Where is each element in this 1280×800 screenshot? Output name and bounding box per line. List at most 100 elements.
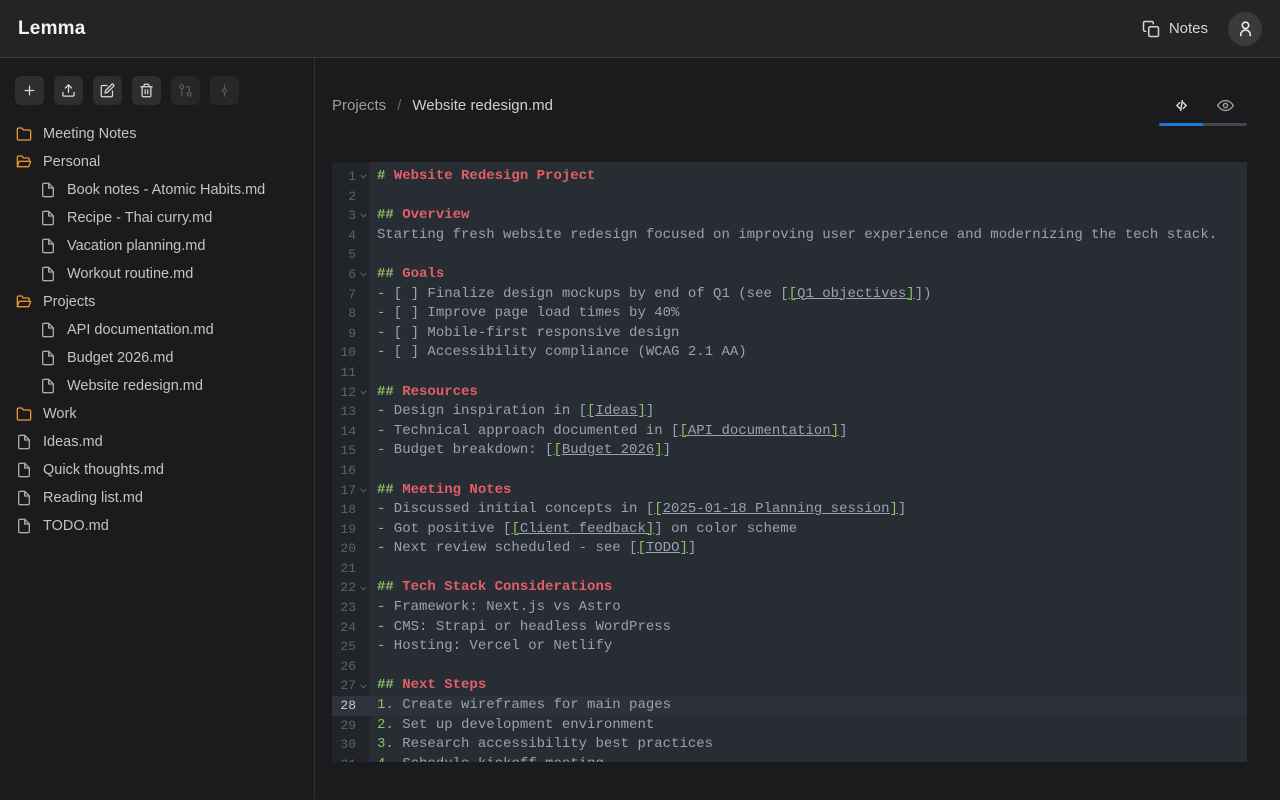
editor-line-26[interactable]: 26	[332, 657, 1247, 677]
line-number: 11	[332, 363, 370, 383]
editor-line-23[interactable]: 23- Framework: Next.js vs Astro	[332, 598, 1247, 618]
new-note-button[interactable]	[15, 76, 44, 105]
tree-item-workout-routine-md[interactable]: Workout routine.md	[0, 260, 314, 288]
editor-line-19[interactable]: 19- Got positive [[Client feedback]] on …	[332, 520, 1247, 540]
fold-spacer	[356, 500, 370, 520]
tree-item-meeting-notes[interactable]: Meeting Notes	[0, 120, 314, 148]
tree-item-label: Website redesign.md	[67, 378, 203, 394]
eye-icon	[1217, 97, 1234, 114]
editor-line-13[interactable]: 13- Design inspiration in [[Ideas]]	[332, 402, 1247, 422]
tree-item-recipe-thai-curry-md[interactable]: Recipe - Thai curry.md	[0, 204, 314, 232]
markdown-editor[interactable]: 1# Website Redesign Project23## Overview…	[332, 162, 1247, 762]
avatar[interactable]	[1228, 12, 1262, 46]
tree-item-reading-list-md[interactable]: Reading list.md	[0, 484, 314, 512]
line-number: 23	[332, 598, 370, 618]
tree-item-website-redesign-md[interactable]: Website redesign.md	[0, 372, 314, 400]
fold-chevron-icon[interactable]	[356, 265, 370, 285]
file-icon	[16, 518, 32, 534]
editor-line-14[interactable]: 14- Technical approach documented in [[A…	[332, 422, 1247, 442]
plus-icon	[22, 83, 37, 98]
editor-line-18[interactable]: 18- Discussed initial concepts in [[2025…	[332, 500, 1247, 520]
editor-line-20[interactable]: 20- Next review scheduled - see [[TODO]]	[332, 539, 1247, 559]
file-icon	[40, 378, 56, 394]
breadcrumb-folder[interactable]: Projects	[332, 97, 386, 114]
fold-chevron-icon[interactable]	[356, 167, 370, 187]
tree-item-todo-md[interactable]: TODO.md	[0, 512, 314, 540]
fold-spacer	[356, 363, 370, 383]
editor-line-28[interactable]: 281. Create wireframes for main pages	[332, 696, 1247, 716]
tree-item-personal[interactable]: Personal	[0, 148, 314, 176]
fold-chevron-icon[interactable]	[356, 206, 370, 226]
edit-icon	[100, 83, 115, 98]
tree-item-projects[interactable]: Projects	[0, 288, 314, 316]
editor-line-7[interactable]: 7- [ ] Finalize design mockups by end of…	[332, 285, 1247, 305]
editor-line-10[interactable]: 10- [ ] Accessibility compliance (WCAG 2…	[332, 343, 1247, 363]
upload-button[interactable]	[54, 76, 83, 105]
editor-line-24[interactable]: 24- CMS: Strapi or headless WordPress	[332, 618, 1247, 638]
tree-item-quick-thoughts-md[interactable]: Quick thoughts.md	[0, 456, 314, 484]
editor-line-6[interactable]: 6## Goals	[332, 265, 1247, 285]
tree-item-api-documentation-md[interactable]: API documentation.md	[0, 316, 314, 344]
line-number: 27	[332, 676, 370, 696]
tree-item-label: Book notes - Atomic Habits.md	[67, 182, 265, 198]
fold-chevron-icon[interactable]	[356, 383, 370, 403]
editor-line-17[interactable]: 17## Meeting Notes	[332, 481, 1247, 501]
notes-button[interactable]: Notes	[1142, 20, 1208, 38]
editor-line-27[interactable]: 27## Next Steps	[332, 676, 1247, 696]
editor-line-15[interactable]: 15- Budget breakdown: [[Budget 2026]]	[332, 441, 1247, 461]
line-number: 7	[332, 285, 370, 305]
tree-item-book-notes-atomic-habits-md[interactable]: Book notes - Atomic Habits.md	[0, 176, 314, 204]
app-title: Lemma	[18, 18, 86, 40]
tree-item-label: Personal	[43, 154, 100, 170]
editor-line-31[interactable]: 314. Schedule kickoff meeting	[332, 755, 1247, 762]
view-tabs	[1159, 95, 1247, 126]
editor-line-4[interactable]: 4Starting fresh website redesign focused…	[332, 226, 1247, 246]
editor-line-29[interactable]: 292. Set up development environment	[332, 716, 1247, 736]
fold-spacer	[356, 226, 370, 246]
tree-item-vacation-planning-md[interactable]: Vacation planning.md	[0, 232, 314, 260]
file-icon	[16, 462, 32, 478]
tab-code-view[interactable]	[1159, 95, 1203, 123]
git-commit-button[interactable]	[210, 76, 239, 105]
line-number: 1	[332, 167, 370, 187]
tree-item-work[interactable]: Work	[0, 400, 314, 428]
editor-line-16[interactable]: 16	[332, 461, 1247, 481]
editor-line-1[interactable]: 1# Website Redesign Project	[332, 167, 1247, 187]
git-pull-request-button[interactable]	[171, 76, 200, 105]
fold-chevron-icon[interactable]	[356, 578, 370, 598]
tree-item-budget-2026-md[interactable]: Budget 2026.md	[0, 344, 314, 372]
view-tab-indicator	[1159, 123, 1247, 126]
file-icon	[40, 350, 56, 366]
line-number: 28	[332, 696, 370, 716]
tree-item-ideas-md[interactable]: Ideas.md	[0, 428, 314, 456]
editor-line-9[interactable]: 9- [ ] Mobile-first responsive design	[332, 324, 1247, 344]
edit-button[interactable]	[93, 76, 122, 105]
fold-spacer	[356, 324, 370, 344]
tab-preview[interactable]	[1203, 95, 1247, 123]
editor-line-21[interactable]: 21	[332, 559, 1247, 579]
editor-line-30[interactable]: 303. Research accessibility best practic…	[332, 735, 1247, 755]
delete-button[interactable]	[132, 76, 161, 105]
fold-spacer	[356, 657, 370, 677]
editor-line-12[interactable]: 12## Resources	[332, 383, 1247, 403]
editor-line-5[interactable]: 5	[332, 245, 1247, 265]
tree-item-label: Budget 2026.md	[67, 350, 173, 366]
folder-open-icon	[16, 154, 32, 170]
editor-line-11[interactable]: 11	[332, 363, 1247, 383]
notes-label: Notes	[1169, 20, 1208, 37]
editor-line-8[interactable]: 8- [ ] Improve page load times by 40%	[332, 304, 1247, 324]
main-header: Projects / Website redesign.md	[315, 58, 1280, 126]
editor-lines: 1# Website Redesign Project23## Overview…	[332, 167, 1247, 762]
editor-line-2[interactable]: 2	[332, 187, 1247, 207]
fold-chevron-icon[interactable]	[356, 676, 370, 696]
editor-line-25[interactable]: 25- Hosting: Vercel or Netlify	[332, 637, 1247, 657]
editor-line-22[interactable]: 22## Tech Stack Considerations	[332, 578, 1247, 598]
editor-line-3[interactable]: 3## Overview	[332, 206, 1247, 226]
fold-spacer	[356, 245, 370, 265]
line-number: 25	[332, 637, 370, 657]
line-number: 31	[332, 755, 370, 762]
line-number: 14	[332, 422, 370, 442]
file-icon	[40, 210, 56, 226]
fold-chevron-icon[interactable]	[356, 481, 370, 501]
code-icon	[1173, 97, 1190, 114]
